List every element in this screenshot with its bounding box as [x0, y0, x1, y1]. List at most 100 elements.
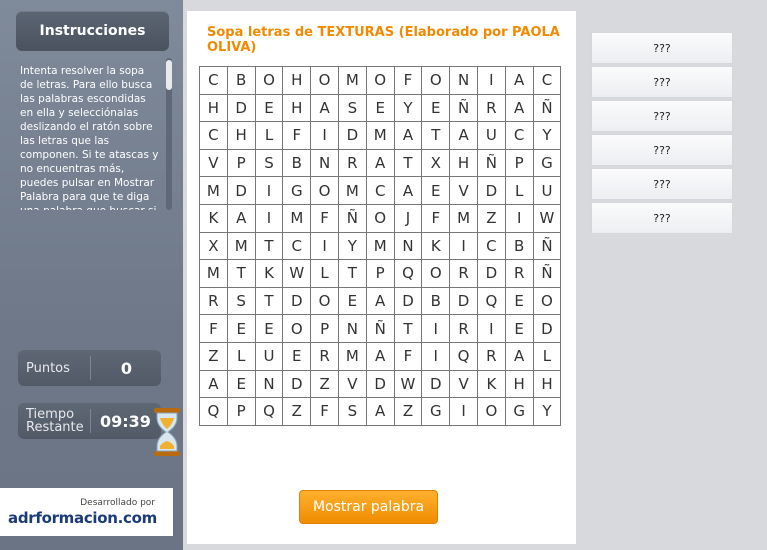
grid-cell[interactable]: E	[226, 369, 256, 399]
grid-cell[interactable]: Q	[254, 397, 284, 426]
grid-cell[interactable]: P	[504, 148, 534, 178]
grid-cell[interactable]: F	[421, 203, 451, 233]
grid-cell[interactable]: G	[504, 397, 534, 426]
grid-cell[interactable]: Q	[199, 397, 228, 426]
grid-cell[interactable]: N	[393, 231, 423, 261]
grid-cell[interactable]: E	[504, 286, 534, 316]
grid-cell[interactable]: E	[254, 93, 284, 123]
grid-cell[interactable]: Q	[476, 286, 506, 316]
letter-grid[interactable]: CBOHOMOFONIACHDEHASEYEÑRAÑCHLFIDMATAUCYV…	[199, 66, 562, 426]
grid-cell[interactable]: N	[310, 148, 339, 178]
grid-cell[interactable]: O	[310, 176, 339, 205]
grid-cell[interactable]: G	[532, 148, 562, 178]
grid-cell[interactable]: I	[504, 203, 534, 233]
grid-cell[interactable]: L	[504, 176, 534, 205]
grid-cell[interactable]: A	[199, 369, 228, 399]
grid-cell[interactable]: M	[199, 259, 228, 288]
grid-cell[interactable]: R	[449, 259, 478, 288]
grid-cell[interactable]: F	[310, 397, 339, 426]
grid-cell[interactable]: I	[421, 314, 451, 343]
grid-cell[interactable]: I	[449, 231, 478, 261]
grid-cell[interactable]: M	[282, 203, 312, 233]
grid-cell[interactable]: C	[476, 231, 506, 261]
grid-cell[interactable]: D	[476, 259, 506, 288]
grid-cell[interactable]: Ñ	[365, 314, 395, 343]
grid-cell[interactable]: I	[310, 121, 339, 150]
grid-cell[interactable]: O	[282, 314, 312, 343]
grid-cell[interactable]: M	[337, 66, 367, 95]
grid-cell[interactable]: J	[393, 203, 423, 233]
grid-cell[interactable]: O	[365, 203, 395, 233]
grid-cell[interactable]: Ñ	[532, 259, 562, 288]
grid-cell[interactable]: D	[365, 369, 395, 399]
grid-cell[interactable]: K	[476, 369, 506, 399]
grid-cell[interactable]: B	[504, 231, 534, 261]
grid-cell[interactable]: A	[365, 148, 395, 178]
grid-cell[interactable]: C	[199, 121, 228, 150]
grid-cell[interactable]: U	[476, 121, 506, 150]
grid-cell[interactable]: A	[365, 341, 395, 371]
grid-cell[interactable]: A	[393, 121, 423, 150]
grid-cell[interactable]: A	[393, 176, 423, 205]
scrollbar-thumb[interactable]	[166, 60, 172, 90]
grid-cell[interactable]: O	[421, 259, 451, 288]
grid-cell[interactable]: T	[421, 121, 451, 150]
grid-cell[interactable]: F	[199, 314, 228, 343]
grid-cell[interactable]: C	[504, 121, 534, 150]
grid-cell[interactable]: A	[310, 93, 339, 123]
grid-cell[interactable]: T	[337, 259, 367, 288]
grid-cell[interactable]: C	[282, 231, 312, 261]
grid-cell[interactable]: D	[421, 369, 451, 399]
grid-cell[interactable]: R	[476, 93, 506, 123]
grid-cell[interactable]: I	[310, 231, 339, 261]
grid-cell[interactable]: T	[226, 259, 256, 288]
grid-cell[interactable]: M	[199, 176, 228, 205]
grid-cell[interactable]: V	[449, 369, 478, 399]
grid-cell[interactable]: L	[226, 341, 256, 371]
grid-cell[interactable]: D	[337, 121, 367, 150]
grid-cell[interactable]: K	[254, 259, 284, 288]
grid-cell[interactable]: R	[310, 341, 339, 371]
grid-cell[interactable]: I	[476, 314, 506, 343]
grid-cell[interactable]: Ñ	[532, 231, 562, 261]
grid-cell[interactable]: F	[393, 341, 423, 371]
grid-cell[interactable]: C	[199, 66, 228, 95]
grid-cell[interactable]: D	[282, 369, 312, 399]
grid-cell[interactable]: D	[449, 286, 478, 316]
grid-cell[interactable]: A	[449, 121, 478, 150]
grid-cell[interactable]: R	[449, 314, 478, 343]
grid-cell[interactable]: P	[365, 259, 395, 288]
grid-cell[interactable]: E	[421, 176, 451, 205]
grid-cell[interactable]: Z	[199, 341, 228, 371]
grid-cell[interactable]: H	[504, 369, 534, 399]
grid-cell[interactable]: O	[421, 66, 451, 95]
grid-cell[interactable]: P	[226, 397, 256, 426]
grid-cell[interactable]: U	[254, 341, 284, 371]
grid-cell[interactable]: F	[393, 66, 423, 95]
grid-cell[interactable]: D	[226, 93, 256, 123]
grid-cell[interactable]: I	[254, 203, 284, 233]
grid-cell[interactable]: Q	[449, 341, 478, 371]
grid-cell[interactable]: O	[310, 286, 339, 316]
grid-cell[interactable]: N	[337, 314, 367, 343]
grid-cell[interactable]: Y	[337, 231, 367, 261]
grid-cell[interactable]: L	[254, 121, 284, 150]
grid-cell[interactable]: Ñ	[337, 203, 367, 233]
grid-cell[interactable]: M	[365, 121, 395, 150]
grid-cell[interactable]: S	[254, 148, 284, 178]
grid-cell[interactable]: E	[254, 314, 284, 343]
grid-cell[interactable]: D	[282, 286, 312, 316]
grid-cell[interactable]: Ñ	[449, 93, 478, 123]
grid-cell[interactable]: Z	[476, 203, 506, 233]
grid-cell[interactable]: I	[449, 397, 478, 426]
grid-cell[interactable]: Z	[282, 397, 312, 426]
grid-cell[interactable]: O	[254, 66, 284, 95]
grid-cell[interactable]: Ñ	[532, 93, 562, 123]
grid-cell[interactable]: R	[504, 259, 534, 288]
grid-cell[interactable]: E	[504, 314, 534, 343]
grid-cell[interactable]: H	[199, 93, 228, 123]
grid-cell[interactable]: O	[532, 286, 562, 316]
grid-cell[interactable]: D	[226, 176, 256, 205]
grid-cell[interactable]: E	[282, 341, 312, 371]
grid-cell[interactable]: A	[365, 397, 395, 426]
